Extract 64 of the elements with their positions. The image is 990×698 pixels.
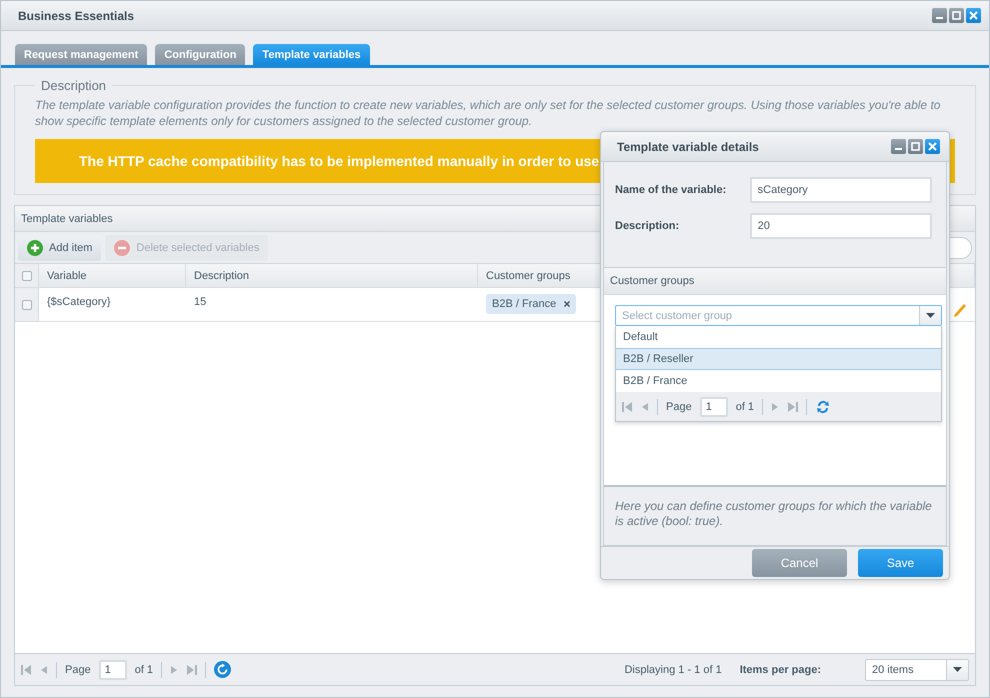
save-button[interactable]: Save: [858, 549, 943, 577]
window-title: Business Essentials: [18, 8, 134, 22]
close-button[interactable]: [925, 139, 940, 154]
customer-group-combo[interactable]: Select customer group: [615, 305, 942, 326]
items-per-page-combo[interactable]: 20 items: [865, 658, 969, 680]
minimize-button[interactable]: [891, 139, 906, 154]
caret-icon: [926, 313, 935, 318]
items-per-page-select[interactable]: 20 items: [866, 660, 946, 680]
last-page-icon[interactable]: [787, 400, 798, 412]
maximize-button[interactable]: [949, 8, 964, 23]
next-page-icon[interactable]: [170, 664, 178, 674]
maximize-icon: [911, 142, 920, 151]
pencil-icon[interactable]: [953, 303, 967, 319]
customer-group-select[interactable]: Select customer group: [616, 306, 919, 325]
dropdown-button[interactable]: [946, 660, 968, 680]
column-header[interactable]: Description: [186, 264, 478, 288]
displaying-text: Displaying 1 - 1 of 1: [624, 664, 722, 676]
next-page-icon[interactable]: [771, 402, 780, 412]
first-page-icon[interactable]: [21, 664, 32, 676]
description-text: The template variable configuration provides the function to create new variables, which are only set for the selected customer groups. Using those variables you're able to show specific template elements only for customers assigned to the selected customer group.: [35, 97, 942, 129]
field-label: Description:: [615, 220, 680, 232]
first-page-icon[interactable]: [622, 400, 633, 412]
previous-page-icon[interactable]: [40, 664, 48, 674]
page-label: Page: [666, 400, 692, 412]
page-field[interactable]: 1: [98, 660, 127, 680]
last-page-icon[interactable]: [186, 664, 198, 676]
tab[interactable]: Template variables: [253, 44, 370, 65]
table-cell: 15: [194, 296, 206, 308]
panel-title: Template variables: [21, 212, 113, 224]
panel-title: Customer groups: [610, 275, 694, 287]
panel-legend: Description: [35, 78, 112, 93]
field-label: Name of the variable:: [615, 184, 728, 196]
caret-icon: [953, 667, 962, 672]
dropdown-option[interactable]: B2B / France: [616, 370, 941, 392]
table-cell: {$sCategory}: [47, 296, 111, 308]
page-label: Page: [65, 664, 91, 676]
page-count: of 1: [736, 400, 754, 412]
page-count: of 1: [134, 664, 154, 676]
input-field[interactable]: sCategory: [750, 177, 932, 203]
items-per-page-label: Items per page:: [740, 664, 821, 676]
maximize-button[interactable]: [908, 139, 923, 154]
dialog-title: Template variable details: [617, 140, 759, 154]
refresh-icon[interactable]: [815, 398, 832, 414]
minus-icon: [114, 240, 130, 256]
dropdown-option[interactable]: Default: [616, 326, 941, 348]
close-icon: [928, 142, 937, 151]
close-icon: [969, 11, 978, 20]
maximize-icon: [952, 11, 961, 20]
input-field[interactable]: 20: [750, 213, 932, 239]
checkbox[interactable]: [22, 300, 32, 310]
column-header[interactable]: Variable: [39, 264, 186, 288]
close-button[interactable]: [966, 8, 981, 23]
previous-page-icon[interactable]: [641, 402, 649, 412]
page-field[interactable]: 1: [700, 396, 728, 416]
dropdown-button[interactable]: [919, 306, 941, 325]
minimize-button[interactable]: [932, 8, 947, 23]
help-text: Here you can define customer groups for which the variable is active (bool: true).: [615, 499, 933, 529]
plus-icon: [27, 240, 43, 256]
dropdown-option[interactable]: B2B / Reseller: [616, 348, 941, 370]
checkbox[interactable]: [22, 270, 32, 280]
warning-text: The HTTP cache compatibility has to be implemented manually in order to use: [79, 153, 600, 169]
refresh-icon[interactable]: [214, 661, 232, 678]
group-tag: B2B / France: [486, 294, 576, 314]
remove-icon[interactable]: [564, 301, 570, 307]
